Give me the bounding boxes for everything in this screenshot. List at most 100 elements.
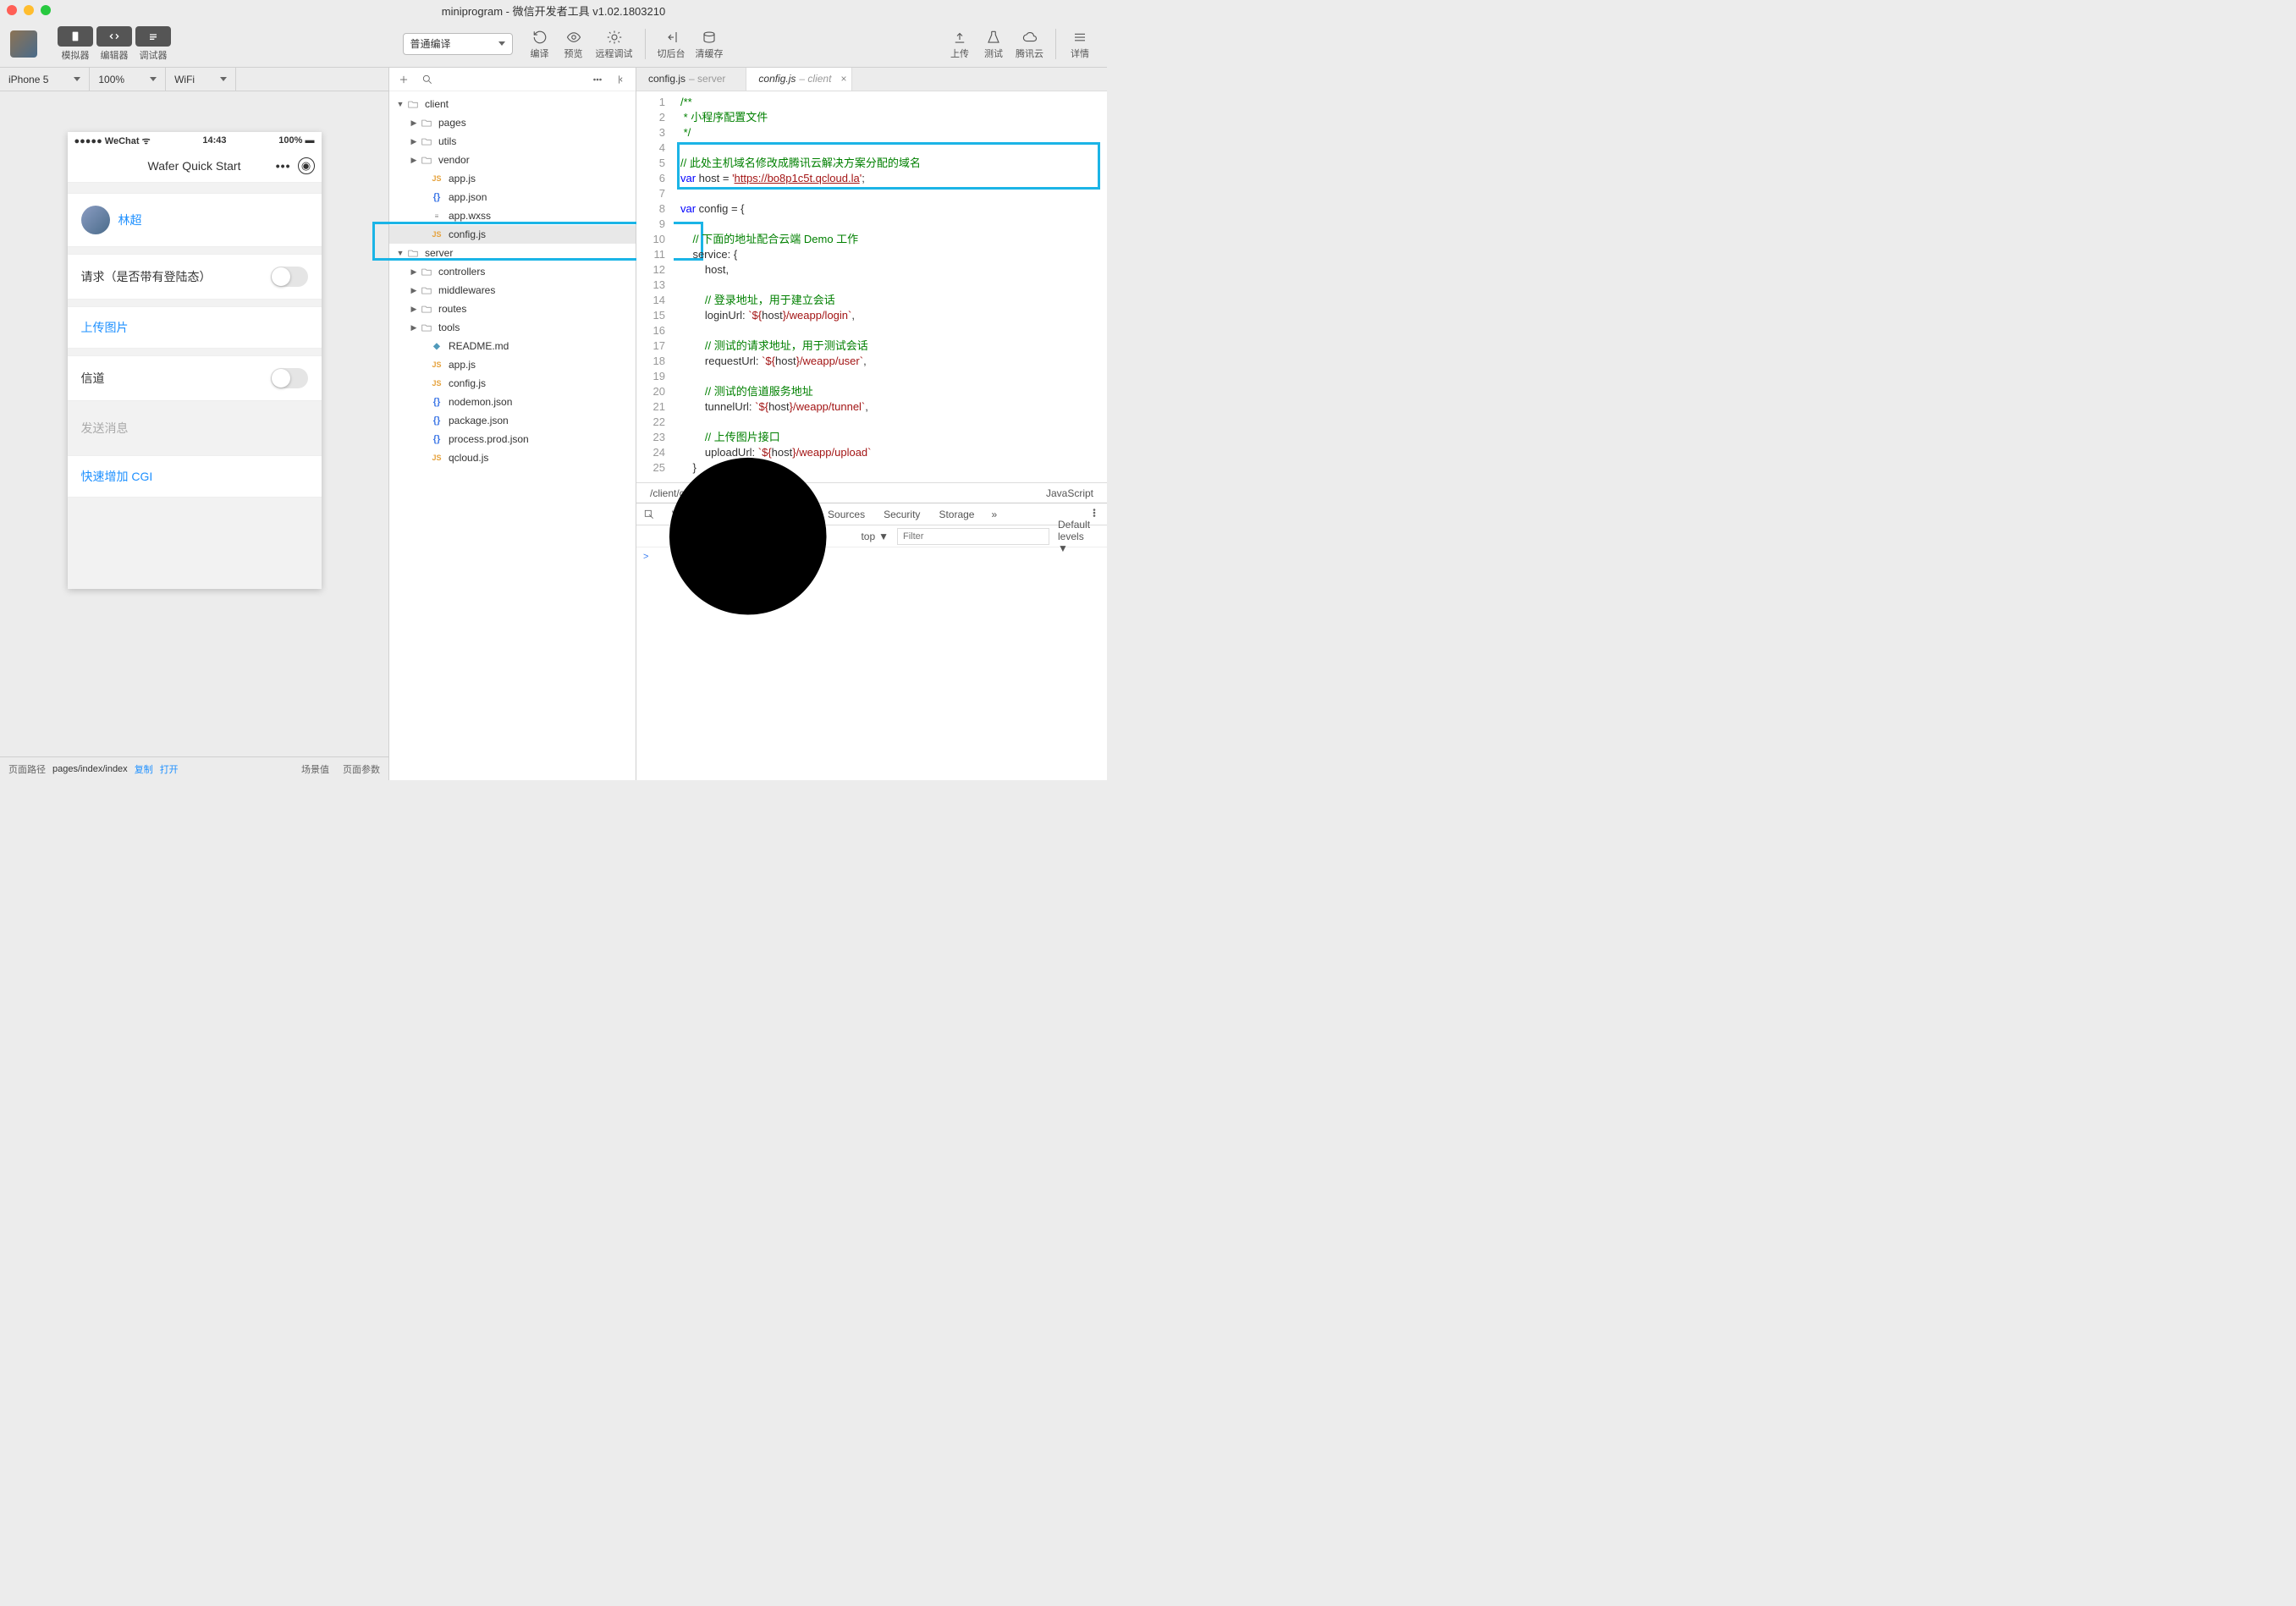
scene-button[interactable]: 场景值	[301, 762, 329, 776]
channel-row[interactable]: 信道	[68, 355, 322, 401]
folder-vendor[interactable]: ▶vendor	[389, 151, 636, 169]
file-explorer: ▼client ▶pages ▶utils ▶vendor JSapp.js {…	[389, 68, 636, 780]
main-toolbar: 模拟器 编辑器 调试器 普通编译 编译 预览 远程调试 切后台 清缓存 上传 测…	[0, 20, 1107, 68]
file-process[interactable]: {}process.prod.json	[389, 430, 636, 448]
details-button[interactable]: 详情	[1068, 28, 1092, 60]
filter-input[interactable]	[897, 528, 1049, 545]
request-row[interactable]: 请求（是否带有登陆态）	[68, 254, 322, 300]
file-qcloud[interactable]: JSqcloud.js	[389, 448, 636, 467]
json-icon: {}	[430, 414, 443, 427]
editor-tabs: config.js – server config.js – client×	[636, 68, 1107, 91]
background-button[interactable]: 切后台	[658, 28, 685, 60]
tab-security[interactable]: Security	[882, 509, 922, 520]
more-icon[interactable]	[1088, 507, 1100, 519]
cloud-button[interactable]: 腾讯云	[1016, 28, 1043, 60]
maximize-window-button[interactable]	[41, 5, 51, 15]
menu-icon[interactable]: •••	[276, 159, 291, 173]
compile-mode-select[interactable]: 普通编译	[403, 33, 513, 55]
toggle-switch[interactable]	[271, 267, 308, 287]
user-avatar[interactable]	[10, 30, 37, 58]
cgi-row[interactable]: 快速增加 CGI	[68, 455, 322, 498]
folder-pages[interactable]: ▶pages	[389, 113, 636, 132]
folder-icon	[406, 97, 420, 111]
minimize-window-button[interactable]	[24, 5, 34, 15]
upload-button[interactable]: 上传	[948, 28, 972, 60]
folder-middlewares[interactable]: ▶middlewares	[389, 281, 636, 300]
file-package[interactable]: {}package.json	[389, 411, 636, 430]
file-nodemon[interactable]: {}nodemon.json	[389, 393, 636, 411]
compile-button[interactable]: 编译	[528, 28, 552, 60]
upload-row[interactable]: 上传图片	[68, 306, 322, 349]
divider	[645, 29, 646, 59]
close-icon[interactable]: ×	[840, 73, 846, 85]
file-tree: ▼client ▶pages ▶utils ▶vendor JSapp.js {…	[389, 91, 636, 780]
window-title: miniprogram - 微信开发者工具 v1.02.1803210	[0, 3, 1107, 19]
folder-icon	[420, 153, 433, 167]
test-button[interactable]: 测试	[982, 28, 1005, 60]
wxss-icon: ≡	[430, 209, 443, 223]
console-output[interactable]: >	[636, 547, 1107, 780]
editor-toggle[interactable]: 编辑器	[96, 26, 132, 62]
tab-storage[interactable]: Storage	[937, 509, 976, 520]
simulator-bar: iPhone 5 100% WiFi	[0, 68, 388, 91]
more-tabs-icon[interactable]: »	[991, 509, 997, 520]
folder-tools[interactable]: ▶tools	[389, 318, 636, 337]
file-appjson[interactable]: {}app.json	[389, 188, 636, 206]
collapse-icon[interactable]	[615, 74, 627, 85]
open-link[interactable]: 打开	[160, 762, 179, 776]
code-content[interactable]: /** * 小程序配置文件 */ // 此处主机域名修改成腾讯云解决方案分配的域…	[674, 91, 1107, 482]
explorer-toolbar	[389, 68, 636, 91]
code-editor[interactable]: 1234567891011121314151617181920212223242…	[636, 91, 1107, 482]
plus-icon[interactable]	[398, 74, 410, 85]
preview-button[interactable]: 预览	[562, 28, 586, 60]
folder-icon	[420, 321, 433, 334]
more-icon[interactable]	[592, 74, 603, 85]
js-icon: JS	[430, 377, 443, 390]
zoom-select[interactable]: 100%	[90, 68, 166, 91]
divider	[1055, 29, 1056, 59]
chevron-down-icon	[220, 77, 227, 81]
devtools-panel: Wxml Network Console Sources Security St…	[636, 503, 1107, 780]
simulator-footer: 页面路径 pages/index/index 复制 打开 场景值 页面参数	[0, 756, 388, 780]
copy-link[interactable]: 复制	[135, 762, 153, 776]
target-icon[interactable]: ◉	[298, 157, 315, 174]
chevron-down-icon	[74, 77, 80, 81]
battery-label: 100% ▬	[278, 135, 314, 146]
json-icon: {}	[430, 395, 443, 409]
folder-utils[interactable]: ▶utils	[389, 132, 636, 151]
device-select[interactable]: iPhone 5	[0, 68, 90, 91]
json-icon: {}	[430, 432, 443, 446]
file-server-configjs[interactable]: JSconfig.js	[389, 374, 636, 393]
folder-icon	[420, 302, 433, 316]
debugger-toggle[interactable]: 调试器	[135, 26, 171, 62]
close-window-button[interactable]	[7, 5, 17, 15]
user-row[interactable]: 林超	[68, 193, 322, 247]
time-label: 14:43	[151, 135, 279, 146]
network-select[interactable]: WiFi	[166, 68, 236, 91]
folder-controllers[interactable]: ▶controllers	[389, 262, 636, 281]
toggle-switch[interactable]	[271, 368, 308, 388]
folder-routes[interactable]: ▶routes	[389, 300, 636, 318]
line-numbers: 1234567891011121314151617181920212223242…	[636, 91, 674, 482]
file-server-appjs[interactable]: JSapp.js	[389, 355, 636, 374]
page-path: pages/index/index	[52, 764, 128, 774]
js-icon: JS	[430, 358, 443, 371]
file-readme[interactable]: ◆README.md	[389, 337, 636, 355]
js-icon: JS	[430, 451, 443, 465]
avatar	[81, 206, 110, 234]
params-button[interactable]: 页面参数	[343, 762, 380, 776]
tab-config-server[interactable]: config.js – server	[636, 68, 746, 91]
context-select[interactable]: top ▼	[861, 531, 889, 542]
clear-cache-button[interactable]: 清缓存	[696, 28, 724, 60]
window-controls	[7, 5, 51, 15]
editor-panel: config.js – server config.js – client× 1…	[636, 68, 1107, 780]
remote-debug-button[interactable]: 远程调试	[596, 28, 633, 60]
phone-statusbar: ●●●●● WeChat ᯤ 14:43 100% ▬	[68, 132, 322, 149]
tab-config-client[interactable]: config.js – client×	[746, 68, 852, 91]
file-appjs[interactable]: JSapp.js	[389, 169, 636, 188]
simulator-toggle[interactable]: 模拟器	[58, 26, 93, 62]
titlebar: miniprogram - 微信开发者工具 v1.02.1803210	[0, 0, 1107, 20]
simulator-phone: ●●●●● WeChat ᯤ 14:43 100% ▬ Wafer Quick …	[68, 132, 322, 589]
search-icon[interactable]	[421, 74, 433, 85]
folder-client[interactable]: ▼client	[389, 95, 636, 113]
